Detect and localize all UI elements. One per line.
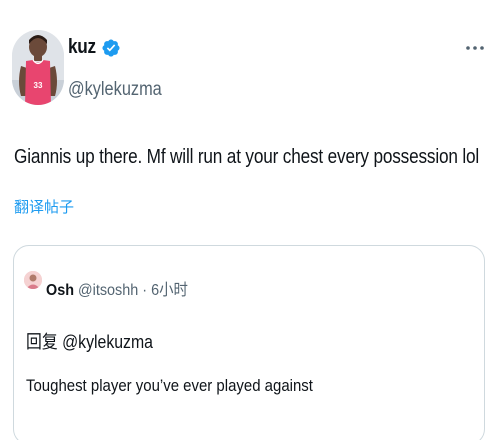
quote-text: Toughest player you’ve ever played again…: [26, 376, 313, 395]
quote-timestamp[interactable]: 6小时: [151, 282, 188, 299]
quote-header: Osh @itsoshh · 6小时: [46, 276, 188, 300]
verified-badge-icon: [101, 38, 121, 58]
quoted-tweet-card[interactable]: Osh @itsoshh · 6小时 回复 @kylekuzma Toughes…: [13, 245, 485, 440]
svg-text:33: 33: [34, 81, 43, 90]
author-name-row[interactable]: kuz: [68, 36, 121, 59]
more-options-icon[interactable]: [464, 40, 486, 50]
quote-author-name[interactable]: Osh: [46, 282, 74, 299]
tweet-text: Giannis up there. Mf will run at your ch…: [14, 146, 480, 168]
author-display-name[interactable]: kuz: [68, 36, 96, 59]
author-handle[interactable]: @kylekuzma: [68, 79, 162, 101]
quote-author-avatar[interactable]: [24, 271, 42, 289]
author-avatar[interactable]: 33: [12, 30, 64, 105]
quote-author-handle[interactable]: @itsoshh: [78, 282, 138, 299]
quote-separator: ·: [142, 282, 148, 299]
translate-post-link[interactable]: 翻译帖子: [14, 196, 74, 217]
quote-reply-to: 回复 @kylekuzma: [26, 332, 153, 352]
